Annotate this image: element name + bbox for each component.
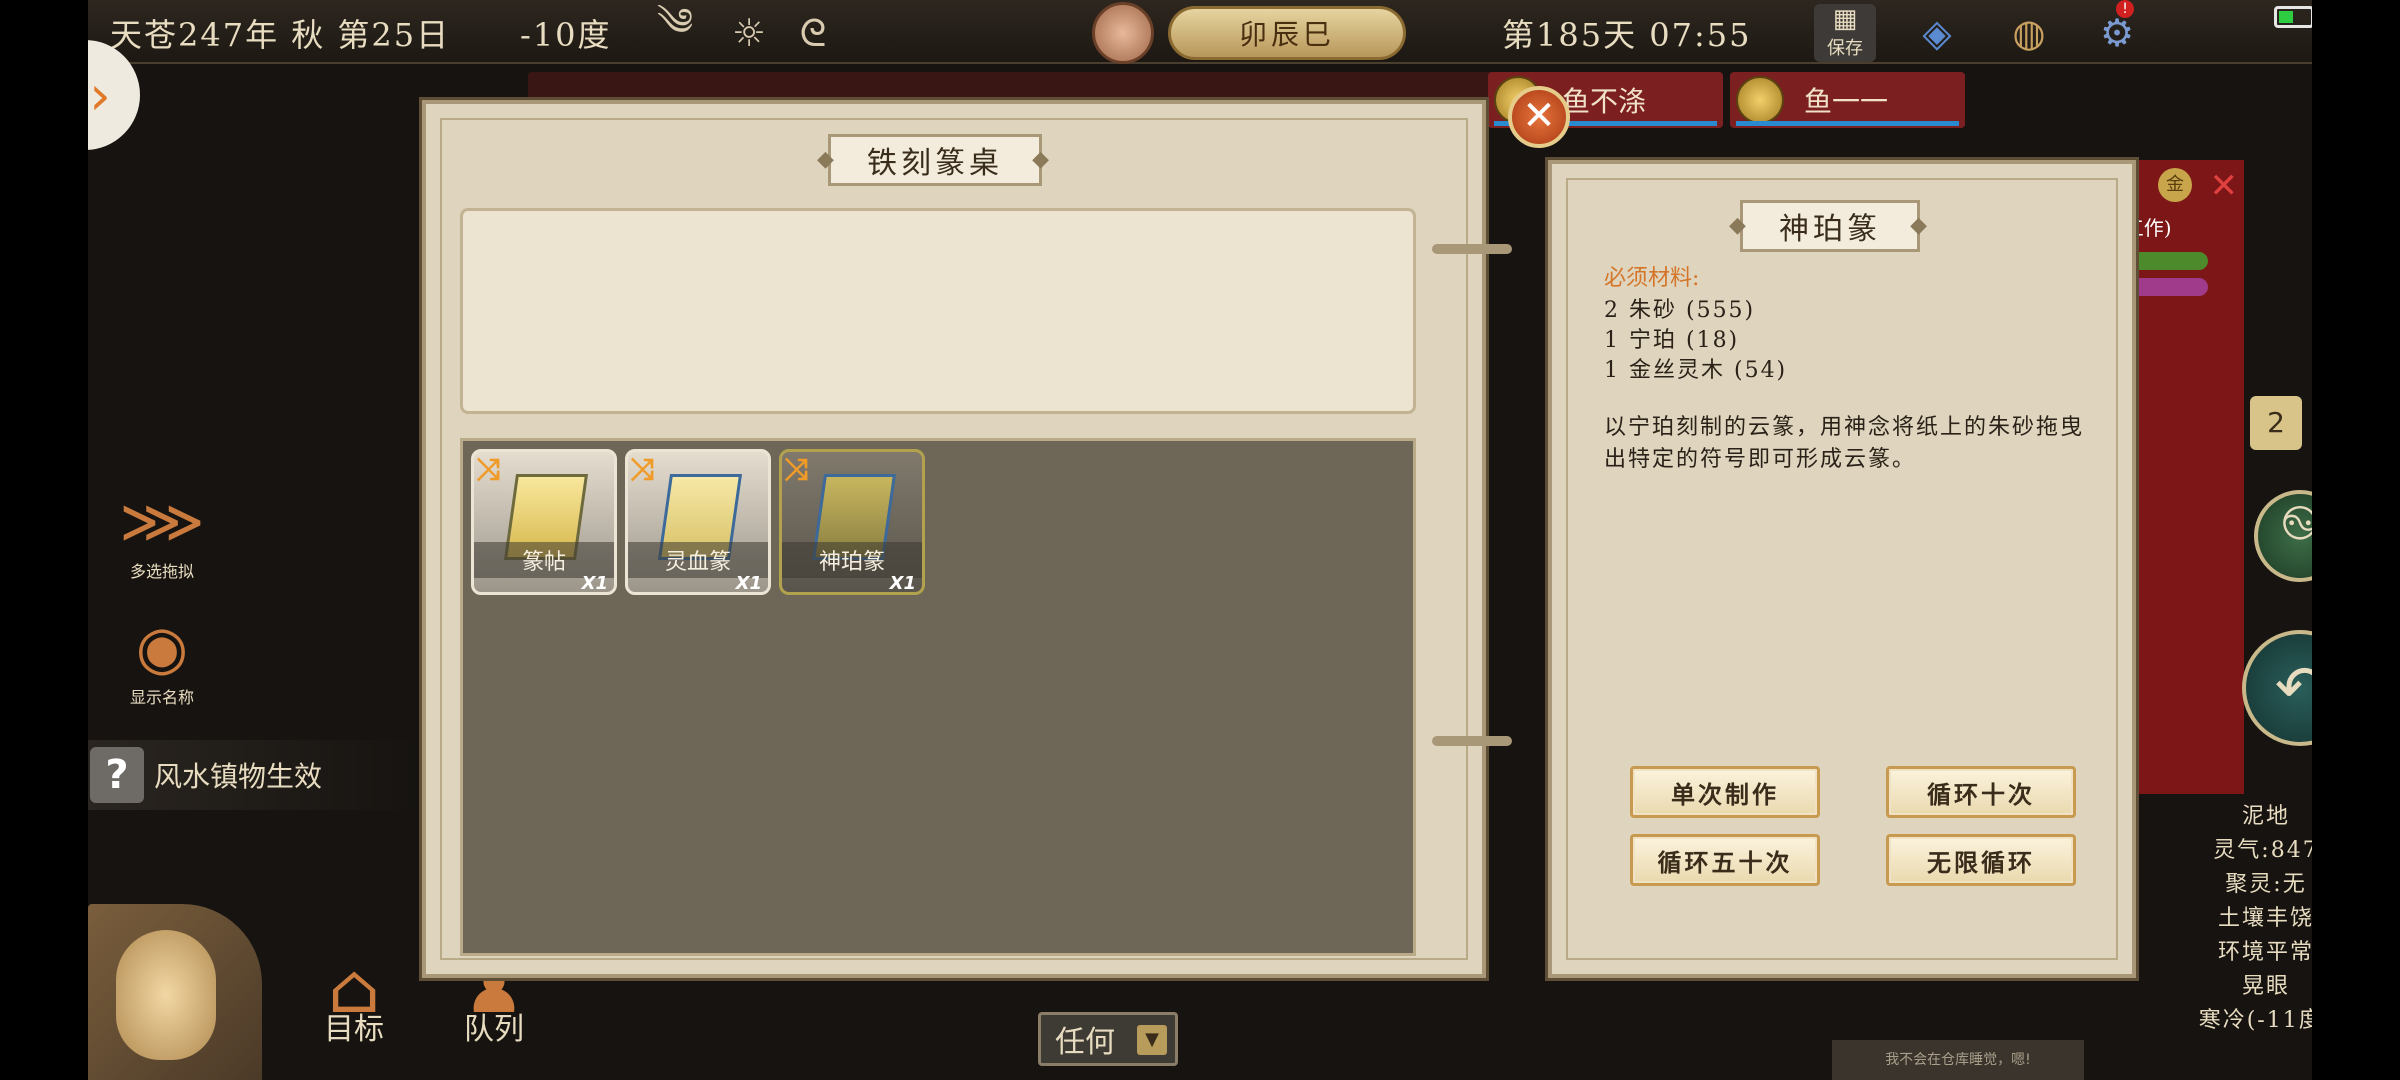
terrain-line: 寒冷(-11度)	[2198, 1008, 2312, 1033]
close-icon[interactable]: ✕	[2210, 166, 2239, 206]
eye-icon: ◉	[135, 613, 189, 683]
wind-icon: ༄	[656, 0, 694, 44]
character-card[interactable]: 鱼一一	[1730, 72, 1965, 128]
craft-loop-50-button[interactable]: 循环五十次	[1630, 834, 1820, 886]
materials-header: 必须材料:	[1604, 266, 1700, 291]
character-name: 鱼不涤	[1562, 85, 1647, 118]
game-screen: 天苍247年 秋 第25日 -10度 ༄ ☼ ᘓ 卯辰巳 第185天 07:55…	[88, 0, 2312, 1080]
character-name: 鱼一一	[1804, 85, 1889, 118]
temperature: -10度	[520, 16, 612, 54]
filter-label: 任何	[1055, 1025, 1115, 1060]
multi-select-label: 多选拖拟	[129, 562, 194, 581]
shuffle-icon[interactable]: ⤨	[630, 452, 654, 487]
craft-once-button[interactable]: 单次制作	[1630, 766, 1820, 818]
terrain-line: 环境平常	[2217, 940, 2312, 965]
terrain-line: 晃眼	[2241, 974, 2290, 999]
save-button[interactable]: ▦ 保存	[1814, 4, 1876, 62]
panel-connector	[1432, 244, 1512, 254]
panel-connector	[1432, 736, 1512, 746]
recipe-item[interactable]: ⤨ 灵血篆 X1	[625, 449, 771, 595]
recipe-description: 以宁珀刻制的云篆，用神念将纸上的朱砂拖曳出特定的符号即可形成云篆。	[1604, 415, 2085, 472]
show-names-button[interactable]: ◉ 显示名称	[112, 612, 212, 708]
crafting-table-dialog: 铁刻篆桌 ⤨ 篆帖 X1 ⤨ 灵血篆 X1 ⤨ 神珀篆 X1	[422, 100, 1486, 978]
terrain-line: 灵气:847	[2213, 838, 2312, 863]
material-line: 1 金丝灵木 (54)	[1604, 358, 1788, 383]
spiral-cloud-icon: ᘓ	[799, 10, 827, 55]
queue-label: 队列	[464, 1012, 524, 1047]
question-icon: ?	[90, 747, 144, 803]
sun-icon: ☼	[731, 11, 767, 55]
recipe-count: X1	[889, 573, 916, 594]
terrain-line: 泥地	[2241, 804, 2290, 829]
fengshui-text: 风水镇物生效	[154, 760, 323, 793]
back-arrow-icon[interactable]: ↶	[2242, 630, 2312, 746]
filter-any-dropdown[interactable]: 任何 ▼	[1038, 1012, 1178, 1066]
battery-icon	[2274, 6, 2312, 28]
lotus-icon[interactable]	[1092, 2, 1154, 64]
recipe-description-box	[460, 208, 1416, 414]
calendar-date: 天苍247年 秋 第25日	[110, 16, 451, 54]
recipe-detail-panel: 神珀篆 必须材料: 2 朱砂 (555) 1 宁珀 (18) 1 金丝灵木 (5…	[1548, 160, 2136, 978]
speech-hint: 我不会在仓库睡觉，嗯!	[1832, 1040, 2084, 1080]
time-period-badge[interactable]: 卯辰巳	[1168, 6, 1406, 60]
taiji-swirl-icon[interactable]: ࿊	[2254, 490, 2312, 582]
craft-loop-10-button[interactable]: 循环十次	[1886, 766, 2076, 818]
terrain-line: 聚灵:无	[2225, 872, 2307, 897]
dialog-title: 铁刻篆桌	[817, 134, 1053, 186]
material-line: 1 宁珀 (18)	[1604, 328, 1740, 353]
gourd-menu-button[interactable]	[88, 904, 262, 1080]
gourd-icon	[116, 930, 216, 1060]
day-time: 第185天 07:55	[1502, 16, 1752, 54]
detail-title: 神珀篆	[1729, 200, 1931, 252]
recipe-list: ⤨ 篆帖 X1 ⤨ 灵血篆 X1 ⤨ 神珀篆 X1	[460, 438, 1416, 956]
goal-button[interactable]: ⌂ 目标	[294, 950, 414, 1048]
recipe-item-selected[interactable]: ⤨ 神珀篆 X1	[779, 449, 925, 595]
fengshui-help-row[interactable]: ? 风水镇物生效	[88, 740, 428, 810]
top-bar: 天苍247年 秋 第25日 -10度 ༄ ☼ ᘓ 卯辰巳 第185天 07:55…	[88, 0, 2312, 64]
show-names-label: 显示名称	[129, 688, 194, 707]
chevron-down-icon: ▼	[1137, 1025, 1167, 1055]
multi-select-button[interactable]: ⋙ 多选拖拟	[112, 486, 212, 582]
recipe-count: X1	[581, 573, 608, 594]
multi-arrow-icon: ⋙	[119, 487, 205, 557]
coin-icon[interactable]: 金	[2158, 168, 2192, 202]
health-bar	[1736, 121, 1959, 126]
avatar	[1736, 76, 1784, 124]
shuffle-icon[interactable]: ⤨	[784, 452, 808, 487]
world-map-icon[interactable]: ◈	[1912, 8, 1962, 58]
close-button[interactable]: ✕	[1508, 86, 1570, 148]
shuffle-icon[interactable]: ⤨	[476, 452, 500, 487]
gear-icon[interactable]: ⚙	[2092, 8, 2142, 58]
material-line: 2 朱砂 (555)	[1604, 298, 1756, 323]
message-badge[interactable]: 2	[2250, 396, 2302, 450]
recipe-item[interactable]: ⤨ 篆帖 X1	[471, 449, 617, 595]
craft-infinite-button[interactable]: 无限循环	[1886, 834, 2076, 886]
floppy-disk-icon: ▦	[1832, 4, 1858, 34]
palette-icon[interactable]: ◍	[2004, 8, 2054, 58]
save-label: 保存	[1827, 38, 1863, 59]
alert-icon: !	[2116, 0, 2134, 18]
terrain-info: 泥地 灵气:847 聚灵:无 土壤丰饶 环境平常 晃眼 寒冷(-11度)	[2182, 800, 2312, 1038]
terrain-line: 土壤丰饶	[2217, 906, 2312, 931]
goal-label: 目标	[324, 1012, 384, 1047]
recipe-count: X1	[735, 573, 762, 594]
